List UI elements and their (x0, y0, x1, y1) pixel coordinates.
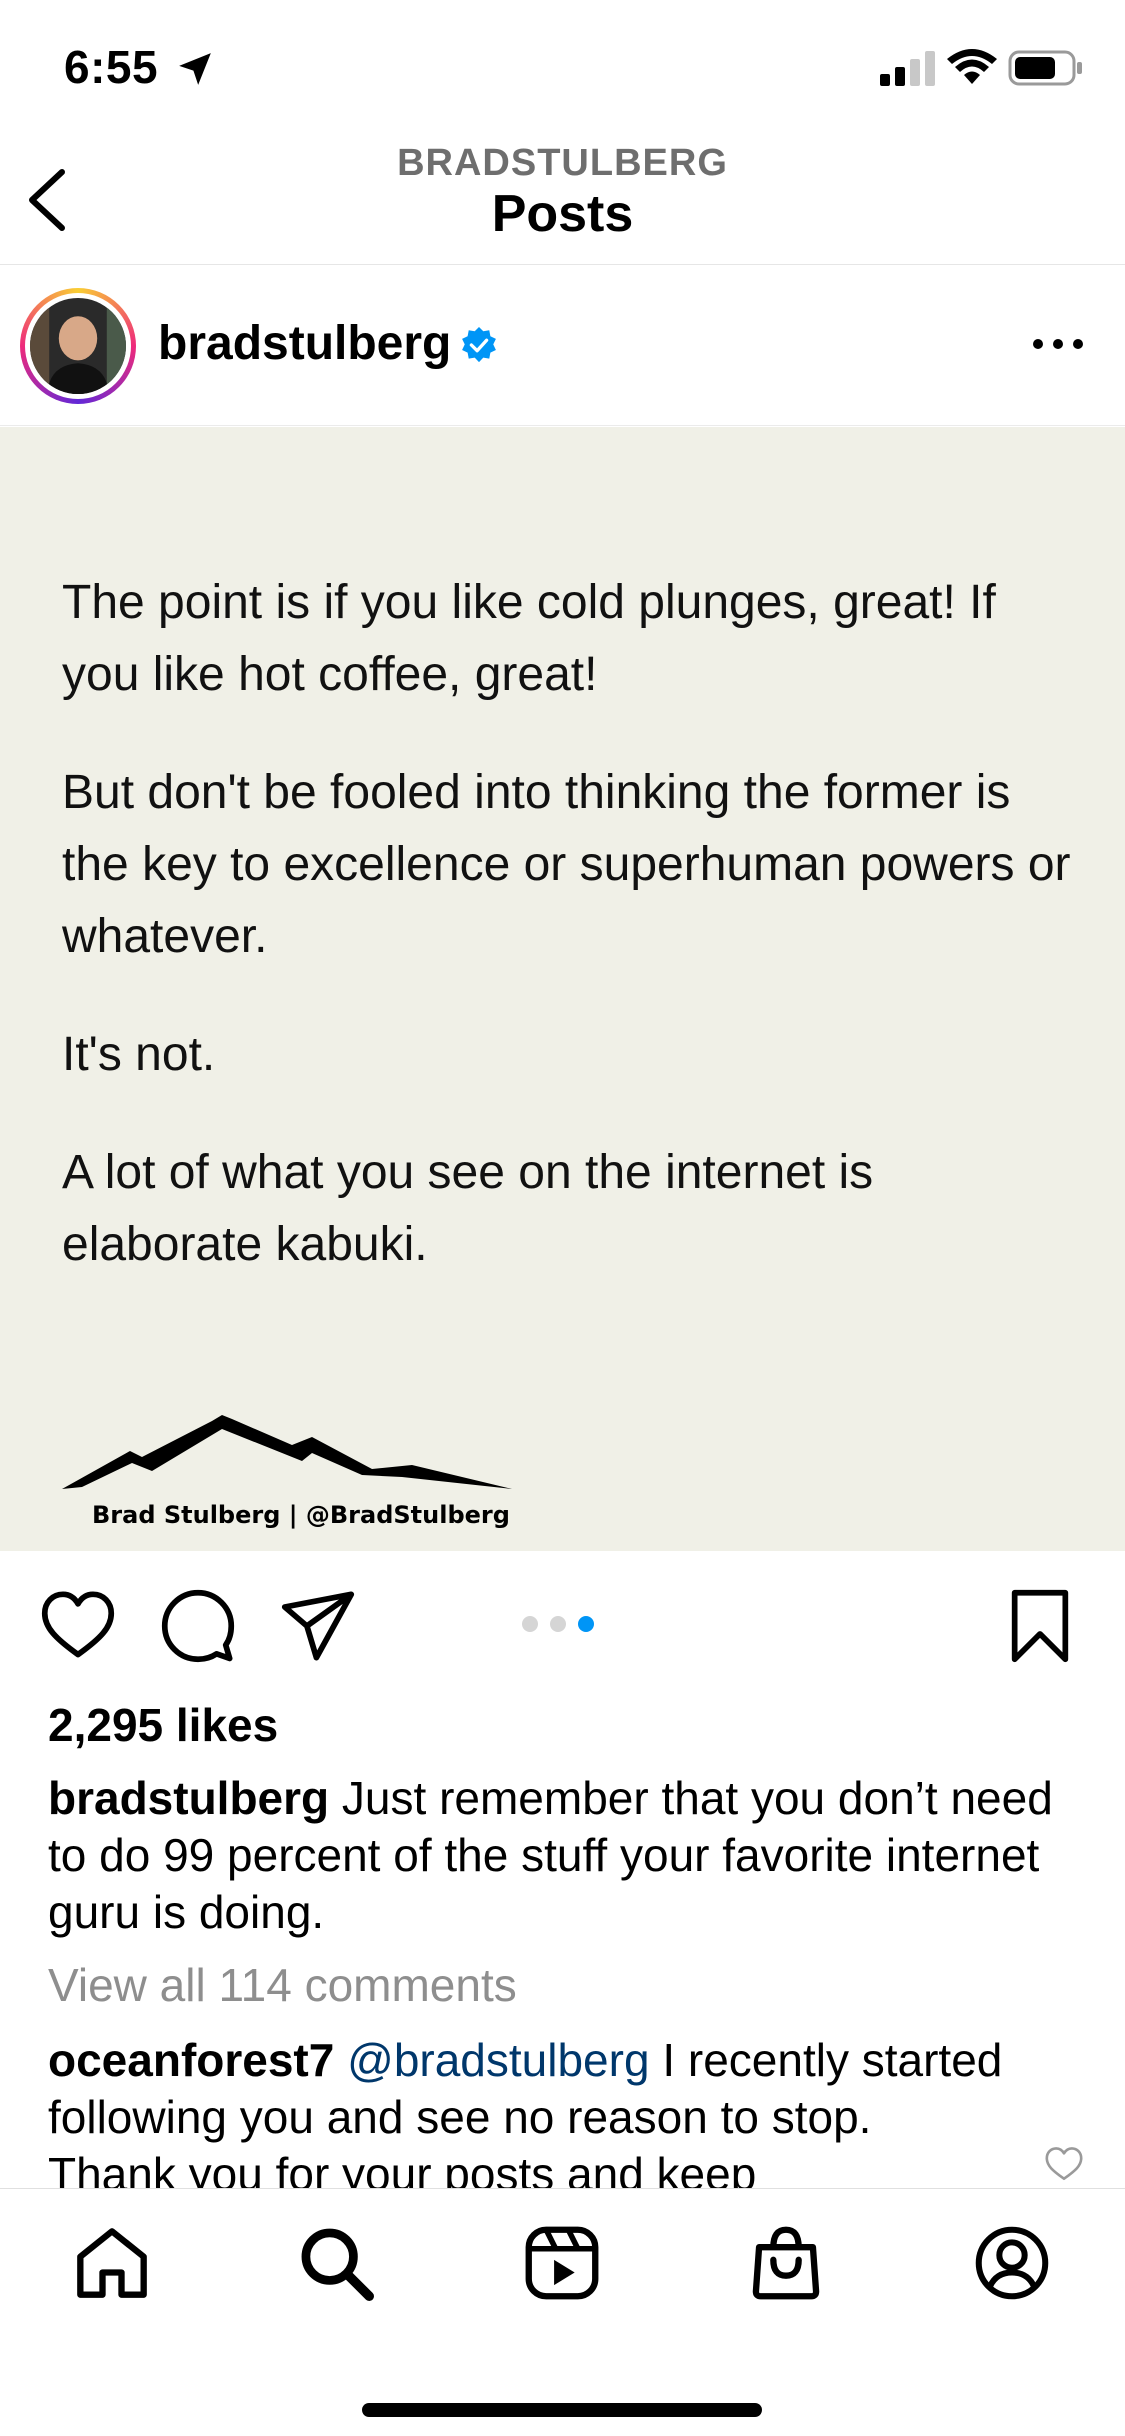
heart-icon[interactable] (40, 1588, 116, 1664)
avatar (30, 298, 126, 394)
comment-mention[interactable]: @bradstulberg (347, 2034, 649, 2086)
bottom-tab-bar (0, 2188, 1125, 2436)
likes-count[interactable]: 2,295 likes (48, 1698, 278, 1752)
share-icon[interactable] (280, 1588, 356, 1664)
carousel-indicator (522, 1616, 594, 1636)
page-title: Posts (491, 185, 634, 243)
comment-username[interactable]: oceanforest7 (48, 2034, 334, 2086)
shop-icon[interactable] (748, 2225, 824, 2301)
header-subtitle: BRADSTULBERG (397, 142, 728, 184)
comment-preview: oceanforest7 @bradstulberg I recently st… (0, 2020, 1125, 2188)
home-icon[interactable] (74, 2225, 150, 2301)
home-indicator (362, 2403, 762, 2417)
status-bar: 6:55 (0, 0, 1125, 140)
view-all-comments-link[interactable]: View all 114 comments (48, 1958, 517, 2012)
carousel-dot-active (578, 1616, 594, 1632)
quote-paragraph: A lot of what you see on the internet is… (62, 1146, 874, 1271)
wifi-icon (947, 49, 997, 84)
status-time: 6:55 (64, 41, 159, 93)
comment-text-block: oceanforest7 @bradstulberg I recently st… (48, 2032, 1008, 2188)
post-actions (0, 1552, 1125, 1692)
carousel-dot (550, 1616, 566, 1632)
carousel-dot (522, 1616, 538, 1632)
post-header: bradstulberg (0, 266, 1125, 426)
search-icon[interactable] (298, 2225, 374, 2301)
post-username[interactable]: bradstulberg (158, 316, 451, 371)
avatar-story-ring[interactable] (20, 288, 136, 404)
mountain-logo: Brad Stulberg | @BradStulberg (62, 1415, 512, 1529)
post-image-quote: The point is if you like cold plunges, g… (62, 567, 1082, 1327)
bookmark-icon[interactable] (1002, 1588, 1078, 1664)
watermark-text: Brad Stulberg | @BradStulberg (92, 1501, 510, 1529)
comment-icon[interactable] (160, 1588, 236, 1664)
quote-paragraph: The point is if you like cold plunges, g… (62, 576, 996, 701)
quote-paragraph: But don't be fooled into thinking the fo… (62, 766, 1071, 963)
battery-icon (1008, 50, 1082, 86)
nav-header: BRADSTULBERG Posts (0, 140, 1125, 265)
post-image[interactable]: The point is if you like cold plunges, g… (0, 427, 1125, 1551)
comment-like-heart-icon[interactable] (1044, 2146, 1084, 2182)
reels-icon[interactable] (524, 2225, 600, 2301)
quote-paragraph: It's not. (62, 1028, 216, 1081)
profile-icon[interactable] (974, 2225, 1050, 2301)
ellipsis-icon[interactable] (1028, 324, 1088, 364)
location-arrow-icon (179, 53, 211, 85)
post-caption: bradstulberg Just remember that you don’… (48, 1770, 1088, 1941)
signal-icon (880, 51, 935, 86)
caption-username[interactable]: bradstulberg (48, 1772, 329, 1824)
verified-badge-icon (462, 326, 496, 363)
